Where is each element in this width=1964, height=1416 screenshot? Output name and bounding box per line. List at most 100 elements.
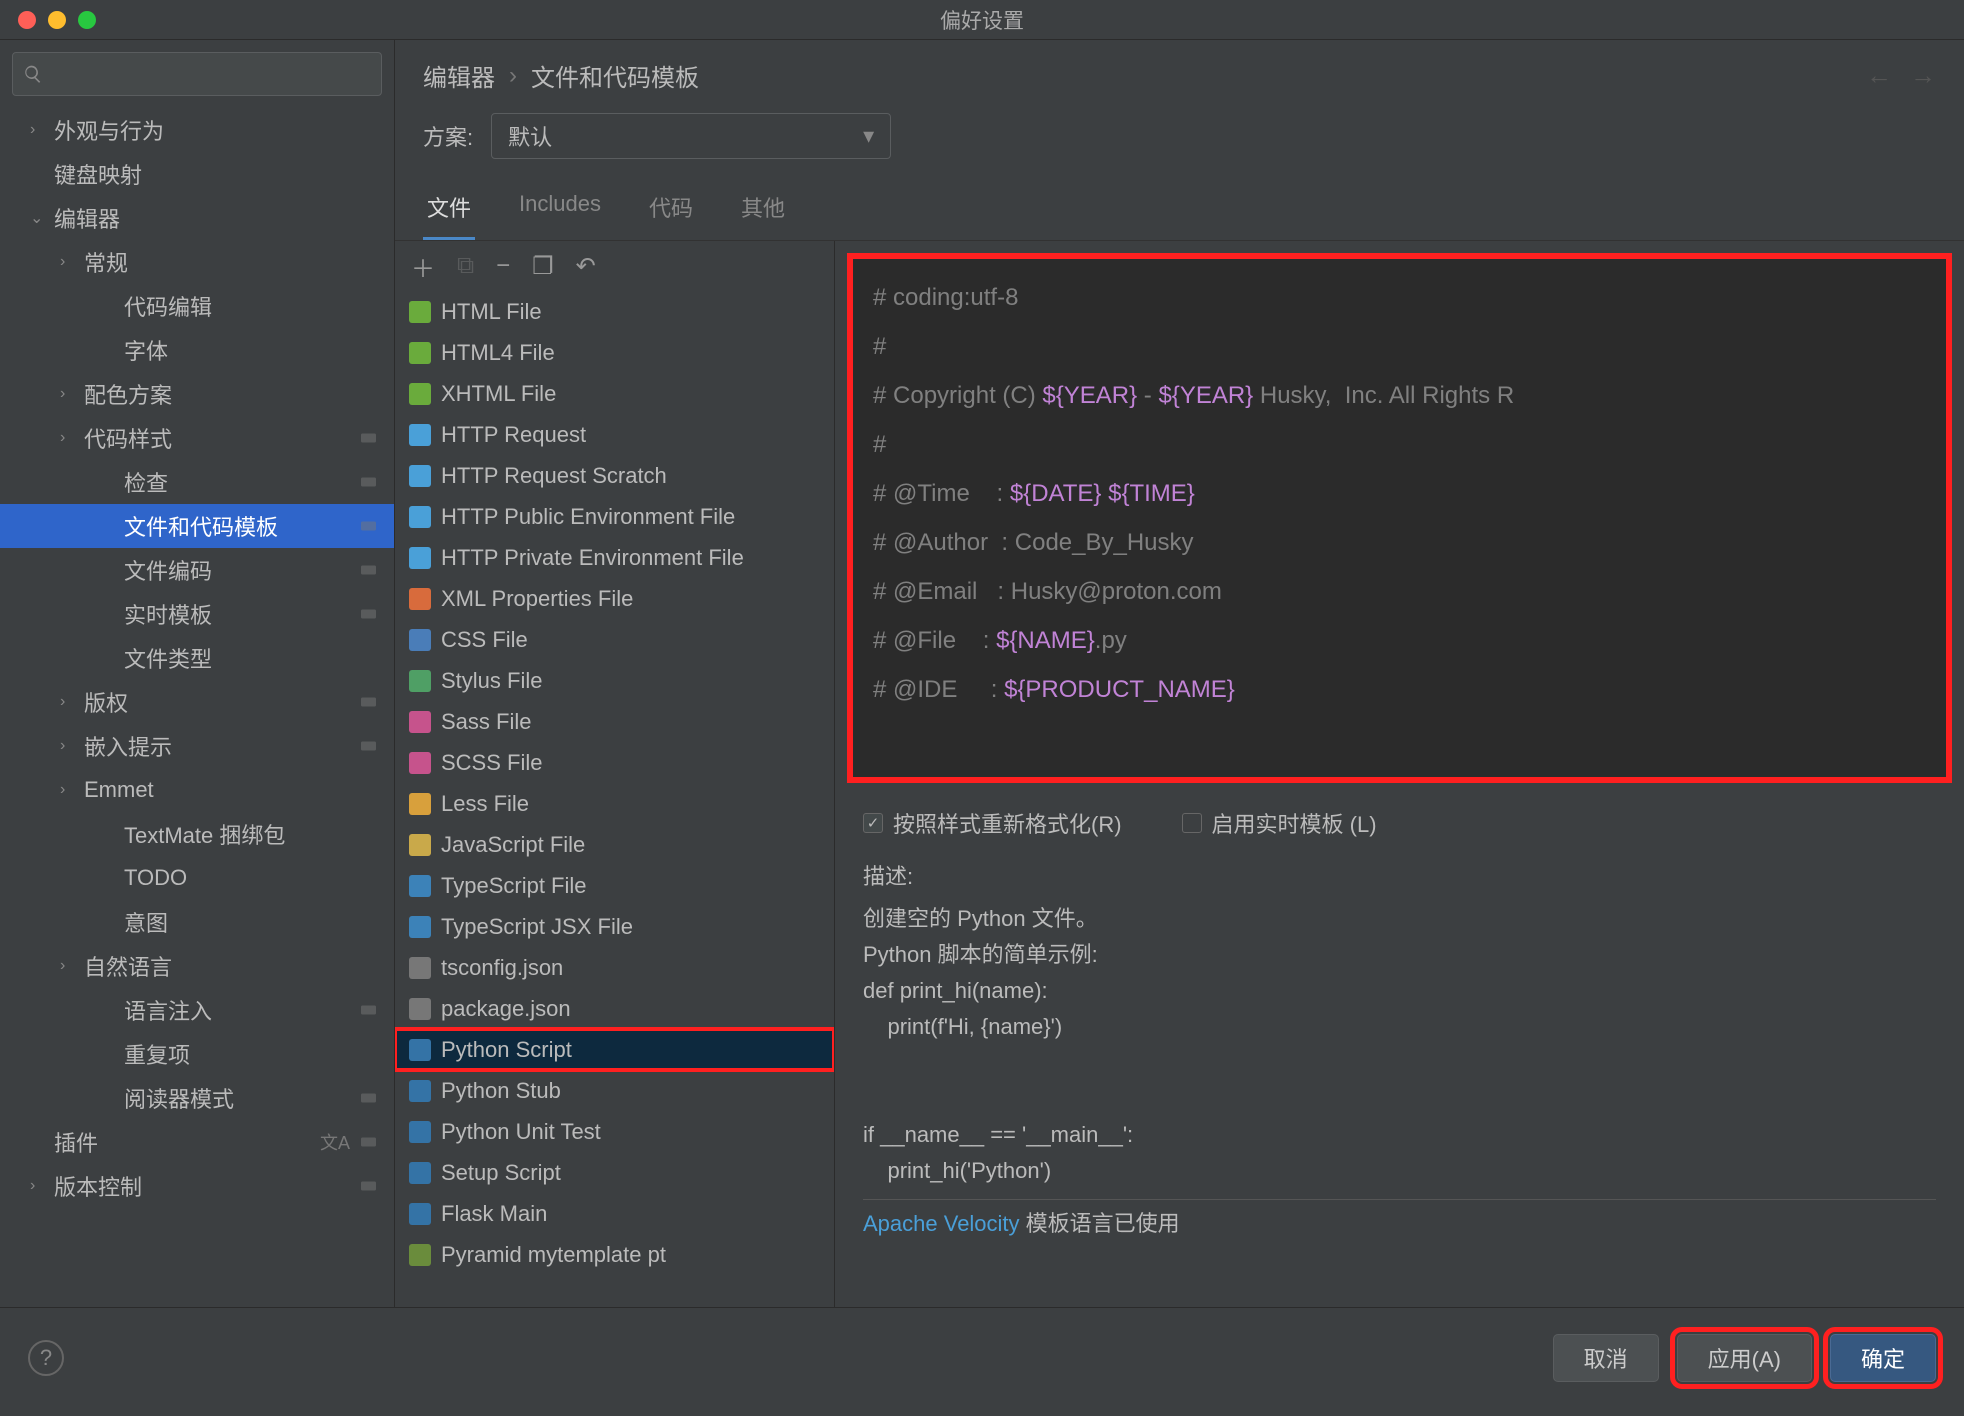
template-item-10[interactable]: Sass File	[395, 701, 834, 742]
sidebar-item-6[interactable]: ›配色方案	[0, 372, 394, 416]
template-item-2[interactable]: XHTML File	[395, 373, 834, 414]
file-type-icon	[409, 752, 431, 774]
file-type-icon	[409, 588, 431, 610]
template-item-17[interactable]: package.json	[395, 988, 834, 1029]
sidebar-item-1[interactable]: 键盘映射	[0, 152, 394, 196]
template-item-21[interactable]: Setup Script	[395, 1152, 834, 1193]
template-code-editor[interactable]: # coding:utf-8 # # Copyright (C) ${YEAR}…	[847, 253, 1952, 783]
sidebar-item-8[interactable]: 检查	[0, 460, 394, 504]
apply-button[interactable]: 应用(A)	[1677, 1334, 1812, 1382]
undo-icon[interactable]: ↶	[576, 252, 596, 281]
ok-button[interactable]: 确定	[1830, 1334, 1936, 1382]
sidebar-item-3[interactable]: ›常规	[0, 240, 394, 284]
sidebar-item-label: 文件类型	[124, 642, 212, 674]
template-item-label: Python Unit Test	[441, 1119, 601, 1145]
reformat-checkbox[interactable]: 按照样式重新格式化(R)	[863, 807, 1122, 839]
nav-forward-icon[interactable]: →	[1910, 60, 1936, 91]
sidebar-item-2[interactable]: ⌄编辑器	[0, 196, 394, 240]
live-template-checkbox[interactable]: 启用实时模板 (L)	[1182, 807, 1377, 839]
sidebar-item-14[interactable]: ›嵌入提示	[0, 724, 394, 768]
apache-velocity-link[interactable]: Apache Velocity	[863, 1211, 1020, 1236]
template-item-8[interactable]: CSS File	[395, 619, 834, 660]
template-item-13[interactable]: JavaScript File	[395, 824, 834, 865]
template-item-1[interactable]: HTML4 File	[395, 332, 834, 373]
template-item-label: Less File	[441, 791, 529, 817]
sidebar-item-label: 代码样式	[84, 422, 172, 454]
sidebar-item-18[interactable]: 意图	[0, 900, 394, 944]
remove-template-button[interactable]: −	[496, 252, 510, 280]
sidebar-item-23[interactable]: 插件 文A	[0, 1120, 394, 1164]
sidebar-item-5[interactable]: 字体	[0, 328, 394, 372]
window-controls	[0, 11, 96, 29]
tab-2[interactable]: 代码	[645, 177, 697, 240]
template-item-16[interactable]: tsconfig.json	[395, 947, 834, 988]
sidebar-item-label: 阅读器模式	[124, 1082, 234, 1114]
template-item-12[interactable]: Less File	[395, 783, 834, 824]
settings-search-input[interactable]	[12, 52, 382, 96]
chevron-icon: ›	[60, 385, 78, 403]
template-list: HTML FileHTML4 FileXHTML FileHTTP Reques…	[395, 291, 834, 1307]
close-window-icon[interactable]	[18, 11, 36, 29]
search-icon	[23, 64, 43, 84]
template-item-label: HTML4 File	[441, 340, 555, 366]
template-item-label: JavaScript File	[441, 832, 585, 858]
cancel-button[interactable]: 取消	[1553, 1334, 1659, 1382]
sidebar-item-16[interactable]: TextMate 捆绑包	[0, 812, 394, 856]
sidebar-item-label: 版权	[84, 686, 128, 718]
template-item-7[interactable]: XML Properties File	[395, 578, 834, 619]
template-item-19[interactable]: Python Stub	[395, 1070, 834, 1111]
sidebar-item-4[interactable]: 代码编辑	[0, 284, 394, 328]
project-badge-icon	[358, 737, 382, 755]
sidebar-item-12[interactable]: 文件类型	[0, 636, 394, 680]
nav-back-icon[interactable]: ←	[1866, 60, 1892, 91]
sidebar-item-20[interactable]: 语言注入	[0, 988, 394, 1032]
chevron-icon: ›	[30, 1177, 48, 1195]
copy-icon[interactable]: ❐	[532, 252, 554, 281]
file-type-icon	[409, 424, 431, 446]
tab-1[interactable]: Includes	[515, 177, 605, 240]
sidebar-item-label: 检查	[124, 466, 168, 498]
sidebar-item-0[interactable]: ›外观与行为	[0, 108, 394, 152]
language-icon: 文A	[320, 1129, 350, 1155]
sidebar-item-13[interactable]: ›版权	[0, 680, 394, 724]
template-item-22[interactable]: Flask Main	[395, 1193, 834, 1234]
template-item-label: Flask Main	[441, 1201, 547, 1227]
template-item-4[interactable]: HTTP Request Scratch	[395, 455, 834, 496]
sidebar-item-10[interactable]: 文件编码	[0, 548, 394, 592]
maximize-window-icon[interactable]	[78, 11, 96, 29]
template-item-6[interactable]: HTTP Private Environment File	[395, 537, 834, 578]
sidebar-item-17[interactable]: TODO	[0, 856, 394, 900]
template-tabs: 文件 Includes 代码其他	[395, 177, 1964, 241]
template-item-3[interactable]: HTTP Request	[395, 414, 834, 455]
sidebar-item-21[interactable]: 重复项	[0, 1032, 394, 1076]
breadcrumb-editor[interactable]: 编辑器	[423, 58, 495, 93]
sidebar-item-label: 插件	[54, 1126, 98, 1158]
template-item-9[interactable]: Stylus File	[395, 660, 834, 701]
scheme-dropdown[interactable]: 默认 ▾	[491, 113, 891, 159]
template-item-label: tsconfig.json	[441, 955, 563, 981]
add-template-button[interactable]: ＋	[411, 249, 435, 284]
sidebar-item-label: 文件编码	[124, 554, 212, 586]
template-item-23[interactable]: Pyramid mytemplate pt	[395, 1234, 834, 1275]
sidebar-item-24[interactable]: ›版本控制	[0, 1164, 394, 1208]
chevron-icon: ›	[60, 429, 78, 447]
sidebar-item-label: 意图	[124, 906, 168, 938]
sidebar-item-7[interactable]: › 代码样式	[0, 416, 394, 460]
sidebar-item-19[interactable]: ›自然语言	[0, 944, 394, 988]
sidebar-item-label: 嵌入提示	[84, 730, 172, 762]
template-item-11[interactable]: SCSS File	[395, 742, 834, 783]
template-item-15[interactable]: TypeScript JSX File	[395, 906, 834, 947]
template-item-0[interactable]: HTML File	[395, 291, 834, 332]
sidebar-item-11[interactable]: 实时模板	[0, 592, 394, 636]
template-item-5[interactable]: HTTP Public Environment File	[395, 496, 834, 537]
tab-3[interactable]: 其他	[737, 177, 789, 240]
template-item-20[interactable]: Python Unit Test	[395, 1111, 834, 1152]
sidebar-item-9[interactable]: 文件和代码模板	[0, 504, 394, 548]
help-button[interactable]: ?	[28, 1340, 64, 1376]
minimize-window-icon[interactable]	[48, 11, 66, 29]
template-item-14[interactable]: TypeScript File	[395, 865, 834, 906]
sidebar-item-15[interactable]: ›Emmet	[0, 768, 394, 812]
tab-0[interactable]: 文件	[423, 177, 475, 240]
sidebar-item-22[interactable]: 阅读器模式	[0, 1076, 394, 1120]
template-item-18[interactable]: Python Script	[395, 1029, 834, 1070]
